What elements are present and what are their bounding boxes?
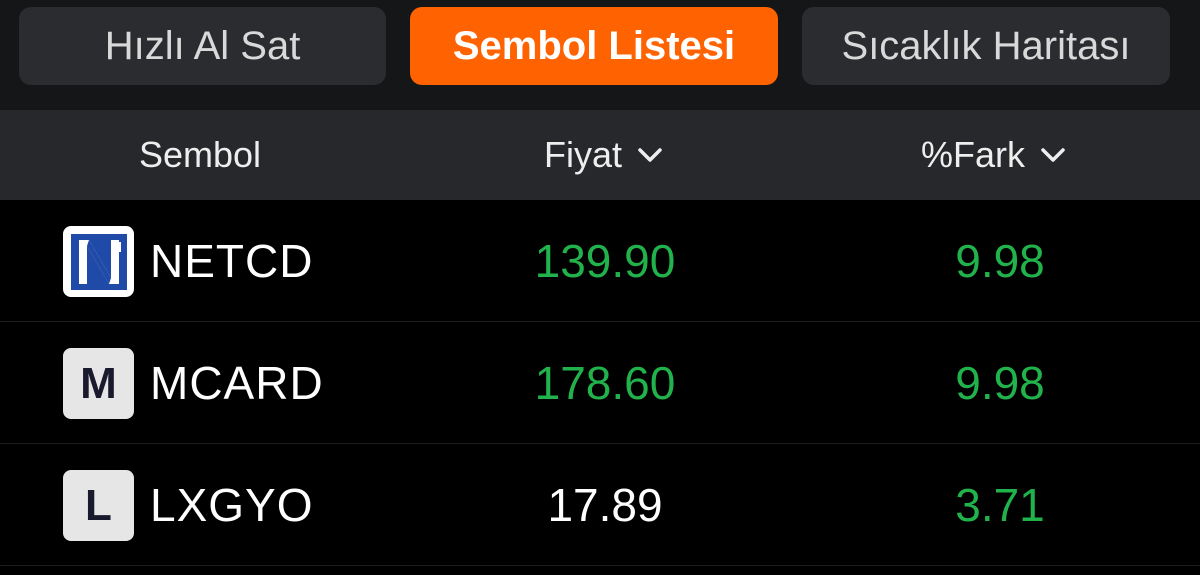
- tab-bar: Hızlı Al Sat Sembol Listesi Sıcaklık Har…: [0, 0, 1200, 110]
- tab-quick-trade[interactable]: Hızlı Al Sat: [19, 7, 386, 85]
- column-header-price[interactable]: Fiyat: [470, 110, 740, 200]
- m-logo-icon: M: [63, 348, 134, 419]
- row-price: 139.90: [534, 234, 676, 287]
- chevron-down-icon: [634, 139, 666, 171]
- l-logo-icon: L: [63, 470, 134, 541]
- row-diff: 3.71: [955, 478, 1045, 531]
- row-symbol: NETCD: [150, 234, 314, 287]
- table-row[interactable]: NETCD 139.90 9.98: [0, 200, 1200, 322]
- row-diff: 9.98: [955, 356, 1045, 409]
- table-header: Sembol Fiyat %Fark: [0, 110, 1200, 200]
- row-diff: 9.98: [955, 234, 1045, 287]
- netcd-logo-icon: [63, 226, 134, 297]
- column-header-diff[interactable]: %Fark: [860, 110, 1130, 200]
- column-header-price-label: Fiyat: [543, 134, 622, 175]
- table-row[interactable]: M MCARD 178.60 9.98: [0, 322, 1200, 444]
- row-symbol: MCARD: [150, 356, 324, 409]
- tab-symbol-list[interactable]: Sembol Listesi: [410, 7, 778, 85]
- tab-heat-map[interactable]: Sıcaklık Haritası: [802, 7, 1170, 85]
- row-price: 17.89: [547, 478, 663, 531]
- column-header-diff-label: %Fark: [920, 134, 1025, 175]
- row-symbol: LXGYO: [150, 478, 314, 531]
- table-row[interactable]: L LXGYO 17.89 3.71: [0, 444, 1200, 566]
- symbol-list: NETCD 139.90 9.98 M MCARD 178.60 9.98 L …: [0, 200, 1200, 566]
- column-header-symbol-label: Sembol: [138, 134, 262, 175]
- row-price: 178.60: [534, 356, 676, 409]
- chevron-down-icon: [1037, 139, 1069, 171]
- column-header-symbol: Sembol: [80, 110, 320, 200]
